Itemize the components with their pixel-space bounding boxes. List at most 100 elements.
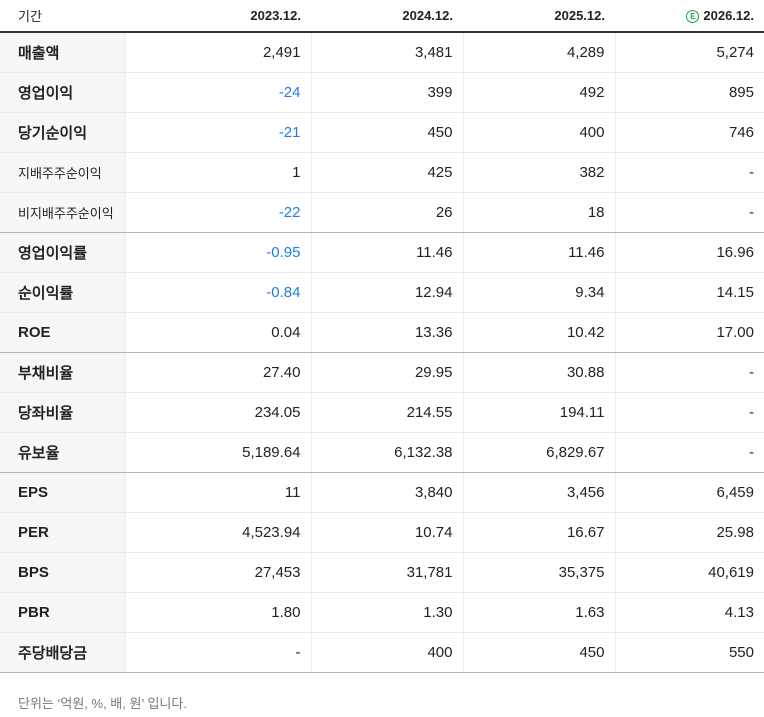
table-cell: -0.84 <box>124 272 311 313</box>
table-cell: 16.96 <box>614 232 764 273</box>
table-cell: 1.80 <box>124 592 311 633</box>
row-label: PER <box>0 512 125 553</box>
table-cell: - <box>614 432 764 473</box>
table-row: 영업이익 -24 399 492 895 <box>0 72 764 113</box>
table-cell: 234.05 <box>124 392 311 433</box>
table-cell: 450 <box>462 632 615 673</box>
row-label: 영업이익률 <box>0 232 125 273</box>
financial-table: 기간 2023.12. 2024.12. 2025.12. E 2026.12. … <box>0 0 764 673</box>
table-row: BPS 27,453 31,781 35,375 40,619 <box>0 552 764 593</box>
row-label: 주당배당금 <box>0 632 125 673</box>
table-cell: -24 <box>124 72 311 113</box>
table-cell: -21 <box>124 112 311 153</box>
row-label: EPS <box>0 472 125 513</box>
table-cell: 1.63 <box>462 592 615 633</box>
table-cell: 11.46 <box>310 232 463 273</box>
row-label: PBR <box>0 592 125 633</box>
table-row: 매출액 2,491 3,481 4,289 5,274 <box>0 32 764 73</box>
year-header-estimate: E 2026.12. <box>615 0 764 33</box>
table-cell: 11.46 <box>462 232 615 273</box>
table-row: 순이익률 -0.84 12.94 9.34 14.15 <box>0 272 764 313</box>
financial-summary: 기간 2023.12. 2024.12. 2025.12. E 2026.12. … <box>0 0 764 717</box>
table-cell: 35,375 <box>462 552 615 593</box>
table-cell: - <box>614 352 764 393</box>
table-row: 당기순이익 -21 450 400 746 <box>0 112 764 153</box>
table-cell: 2,491 <box>124 32 311 73</box>
row-label: 비지배주주순이익 <box>0 192 125 233</box>
table-row: EPS 11 3,840 3,456 6,459 <box>0 472 764 513</box>
row-label: 유보율 <box>0 432 125 473</box>
table-cell: - <box>614 152 764 193</box>
table-cell: 399 <box>310 72 463 113</box>
table-cell: 26 <box>310 192 463 233</box>
table-cell: 746 <box>614 112 764 153</box>
table-cell: -22 <box>124 192 311 233</box>
table-cell: 10.42 <box>462 312 615 353</box>
table-cell: 14.15 <box>614 272 764 313</box>
table-cell: 11 <box>124 472 311 513</box>
table-cell: 214.55 <box>310 392 463 433</box>
table-cell: 10.74 <box>310 512 463 553</box>
year-header: 2023.12. <box>125 0 311 33</box>
table-cell: 194.11 <box>462 392 615 433</box>
table-cell: 1 <box>124 152 311 193</box>
table-cell: - <box>614 392 764 433</box>
table-cell: 3,840 <box>310 472 463 513</box>
table-cell: 450 <box>310 112 463 153</box>
table-cell: 400 <box>310 632 463 673</box>
table-cell: 5,189.64 <box>124 432 311 473</box>
table-cell: 492 <box>462 72 615 113</box>
table-row: 유보율 5,189.64 6,132.38 6,829.67- <box>0 432 764 473</box>
table-cell: 1.30 <box>310 592 463 633</box>
table-cell: - <box>124 632 311 673</box>
table-row: 영업이익률 -0.95 11.46 11.46 16.96 <box>0 232 764 273</box>
unit-footnote: 단위는 ‘억원, %, 배, 원’ 입니다. <box>18 696 187 711</box>
table-row: ROE 0.04 13.36 10.42 17.00 <box>0 312 764 353</box>
table-cell: 9.34 <box>462 272 615 313</box>
table-cell: 18 <box>462 192 615 233</box>
table-row: 당좌비율 234.05 214.55 194.11- <box>0 392 764 433</box>
table-cell: 27,453 <box>124 552 311 593</box>
table-row: PBR 1.80 1.30 1.63 4.13 <box>0 592 764 633</box>
table-cell: -0.95 <box>124 232 311 273</box>
table-cell: 29.95 <box>310 352 463 393</box>
table-row: 비지배주주순이익 -22 26 18- <box>0 192 764 233</box>
table-row: 주당배당금 -400 450 550 <box>0 632 764 673</box>
row-label: 당좌비율 <box>0 392 125 433</box>
estimate-icon: E <box>686 10 700 23</box>
table-cell: 6,132.38 <box>310 432 463 473</box>
row-label: 당기순이익 <box>0 112 125 153</box>
table-cell: 4.13 <box>614 592 764 633</box>
table-cell: 425 <box>310 152 463 193</box>
row-label: 순이익률 <box>0 272 125 313</box>
table-cell: 6,459 <box>614 472 764 513</box>
table-cell: 3,456 <box>462 472 615 513</box>
row-label: ROE <box>0 312 125 353</box>
table-row: 부채비율 27.40 29.95 30.88- <box>0 352 764 393</box>
table-cell: 4,289 <box>462 32 615 73</box>
table-cell: 550 <box>614 632 764 673</box>
year-header: 2024.12. <box>311 0 463 33</box>
row-label: 매출액 <box>0 32 125 73</box>
table-cell: 30.88 <box>462 352 615 393</box>
table-cell: 31,781 <box>310 552 463 593</box>
period-header: 기간 <box>0 0 125 33</box>
row-label: BPS <box>0 552 125 593</box>
table-cell: 6,829.67 <box>462 432 615 473</box>
row-label: 지배주주순이익 <box>0 152 125 193</box>
row-label: 부채비율 <box>0 352 125 393</box>
table-cell: 895 <box>614 72 764 113</box>
header-row: 기간 2023.12. 2024.12. 2025.12. E 2026.12. <box>0 0 764 33</box>
table-cell: 40,619 <box>614 552 764 593</box>
table-cell: 27.40 <box>124 352 311 393</box>
table-cell: 13.36 <box>310 312 463 353</box>
table-cell: 12.94 <box>310 272 463 313</box>
table-cell: 5,274 <box>614 32 764 73</box>
year-header: 2025.12. <box>463 0 615 33</box>
table-cell: 3,481 <box>310 32 463 73</box>
row-label: 영업이익 <box>0 72 125 113</box>
year-label: 2026.12. <box>703 8 754 23</box>
table-cell: 17.00 <box>614 312 764 353</box>
table-row: PER 4,523.94 10.74 16.67 25.98 <box>0 512 764 553</box>
table-cell: 4,523.94 <box>124 512 311 553</box>
